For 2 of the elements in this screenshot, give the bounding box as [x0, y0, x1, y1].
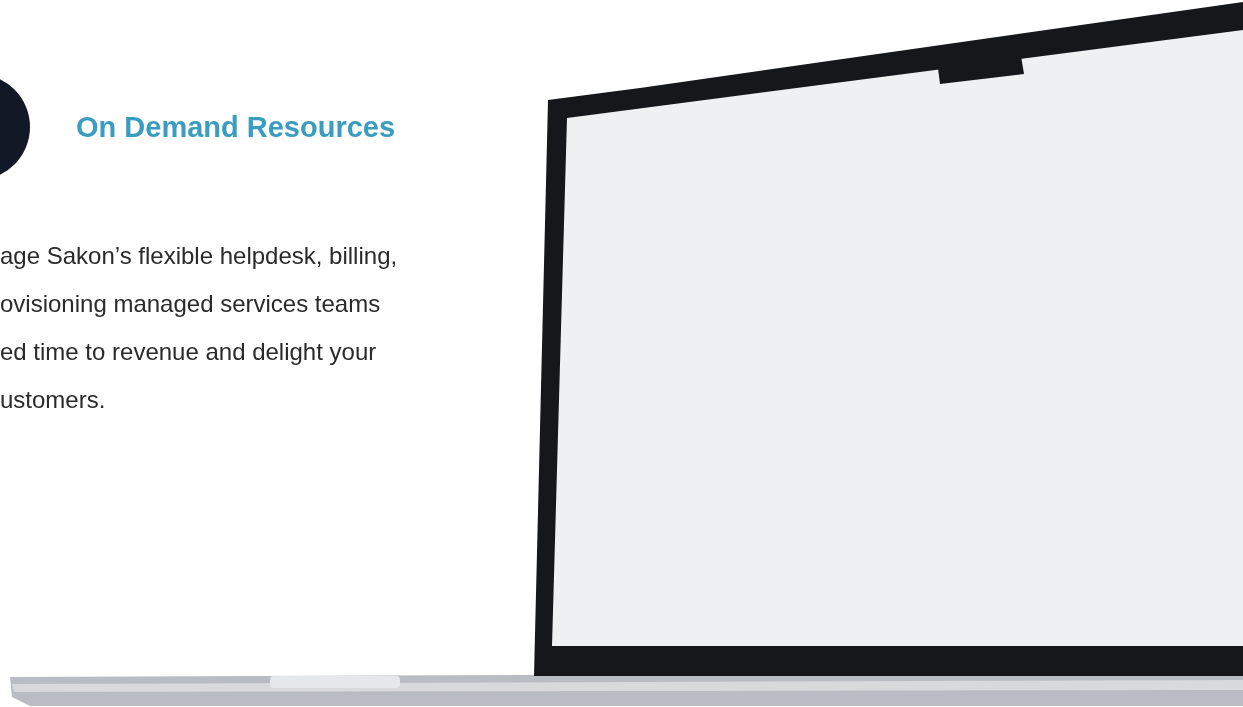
- section-description: age Sakon’s flexible helpdesk, billing, ovisioning managed services teams ed time to revenue and delight your ustomers.: [0, 241, 399, 415]
- section-heading: On Demand Resources: [76, 110, 396, 144]
